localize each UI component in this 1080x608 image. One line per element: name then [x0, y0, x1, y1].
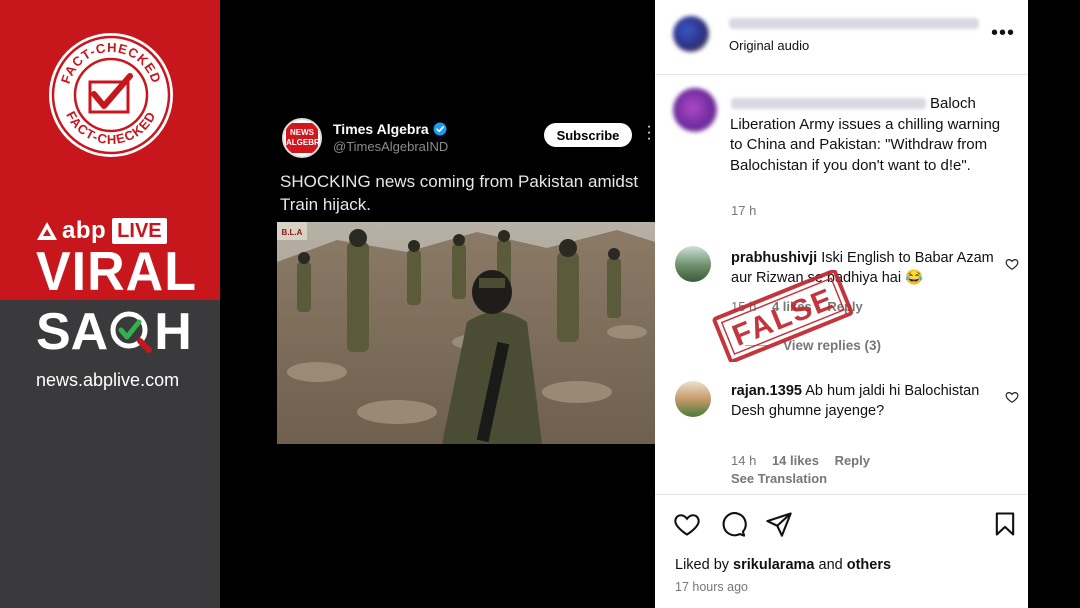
comment-meta: 14 h 14 likes Reply: [731, 453, 882, 468]
header-username-blurred[interactable]: [729, 18, 979, 29]
sach-heading: SA H: [36, 304, 192, 360]
comment-bubble-icon[interactable]: [719, 510, 747, 538]
magnifier-check-icon: [110, 311, 153, 353]
sach-suffix: H: [154, 303, 192, 361]
tweet-text: SHOCKING news coming from Pakistan amids…: [280, 172, 639, 214]
divider: [655, 494, 1028, 495]
comment-avatar[interactable]: [675, 381, 711, 417]
original-audio-label[interactable]: Original audio: [729, 38, 809, 53]
live-badge: LIVE: [112, 218, 167, 244]
verified-badge-icon: [433, 122, 447, 136]
brand-panel: FACT-CHECKED FACT-CHECKED abp LIVE VIRAL…: [0, 0, 220, 608]
comment-like-heart-icon[interactable]: [1005, 257, 1019, 271]
comment-like-heart-icon[interactable]: [1005, 390, 1019, 404]
comment-time: 14 h: [731, 453, 757, 468]
tweet-author-row: Times Algebra: [333, 121, 447, 137]
tweet-more-icon[interactable]: · · ·: [644, 119, 654, 147]
subscribe-button[interactable]: Subscribe: [544, 123, 632, 147]
site-url: news.abplive.com: [36, 370, 180, 390]
caption-timestamp: 17 h: [731, 203, 757, 218]
comment-username[interactable]: prabhushivji: [731, 250, 817, 266]
like-heart-icon[interactable]: [673, 510, 701, 538]
avatar-text: NEWS ALGEBRA: [286, 123, 320, 153]
viral-heading: VIRAL: [36, 241, 197, 303]
comment-likes[interactable]: 14 likes: [772, 453, 819, 468]
header-avatar[interactable]: [673, 16, 709, 52]
comment: rajan.1395 Ab hum jaldi hi Balochistan D…: [731, 381, 1001, 421]
post-caption: Baloch Liberation Army issues a chilling…: [730, 94, 1010, 176]
see-translation-button[interactable]: See Translation: [731, 471, 827, 486]
more-horizontal-icon[interactable]: •••: [991, 22, 1015, 45]
abp-triangle-icon: [37, 222, 57, 240]
tweet-author-name[interactable]: Times Algebra: [333, 121, 429, 137]
fact-checked-stamp-icon: FACT-CHECKED FACT-CHECKED: [49, 33, 173, 157]
caption-text: Baloch Liberation Army issues a chilling…: [730, 95, 1001, 174]
instagram-post-panel: Original audio ••• Baloch Liberation Arm…: [655, 0, 1028, 608]
false-stamp-icon: FALSE: [712, 270, 854, 362]
liked-by-user[interactable]: srikularama: [733, 557, 814, 573]
post-timestamp: 17 hours ago: [675, 580, 748, 594]
right-black-bar: [1028, 0, 1080, 608]
tweet-author-handle[interactable]: @TimesAlgebraIND: [333, 139, 448, 154]
liked-by-prefix: Liked by: [675, 557, 730, 573]
media-badge: B.L.A: [282, 228, 303, 237]
divider: [655, 74, 1028, 75]
sach-prefix: SA: [36, 303, 109, 361]
tweet-video-thumbnail[interactable]: B.L.A: [277, 222, 655, 444]
tweet-card: NEWS ALGEBRA Times Algebra @TimesAlgebra…: [220, 0, 655, 608]
caption-avatar[interactable]: [673, 88, 717, 132]
tweet-avatar[interactable]: NEWS ALGEBRA: [282, 118, 322, 158]
liked-by-others[interactable]: others: [847, 557, 891, 573]
liked-by-text: Liked by srikularama and others: [675, 557, 891, 573]
bookmark-icon[interactable]: [991, 510, 1019, 538]
share-send-icon[interactable]: [765, 510, 793, 538]
liked-by-and: and: [818, 557, 843, 573]
reply-button[interactable]: Reply: [835, 453, 870, 468]
comment-username[interactable]: rajan.1395: [731, 383, 802, 399]
